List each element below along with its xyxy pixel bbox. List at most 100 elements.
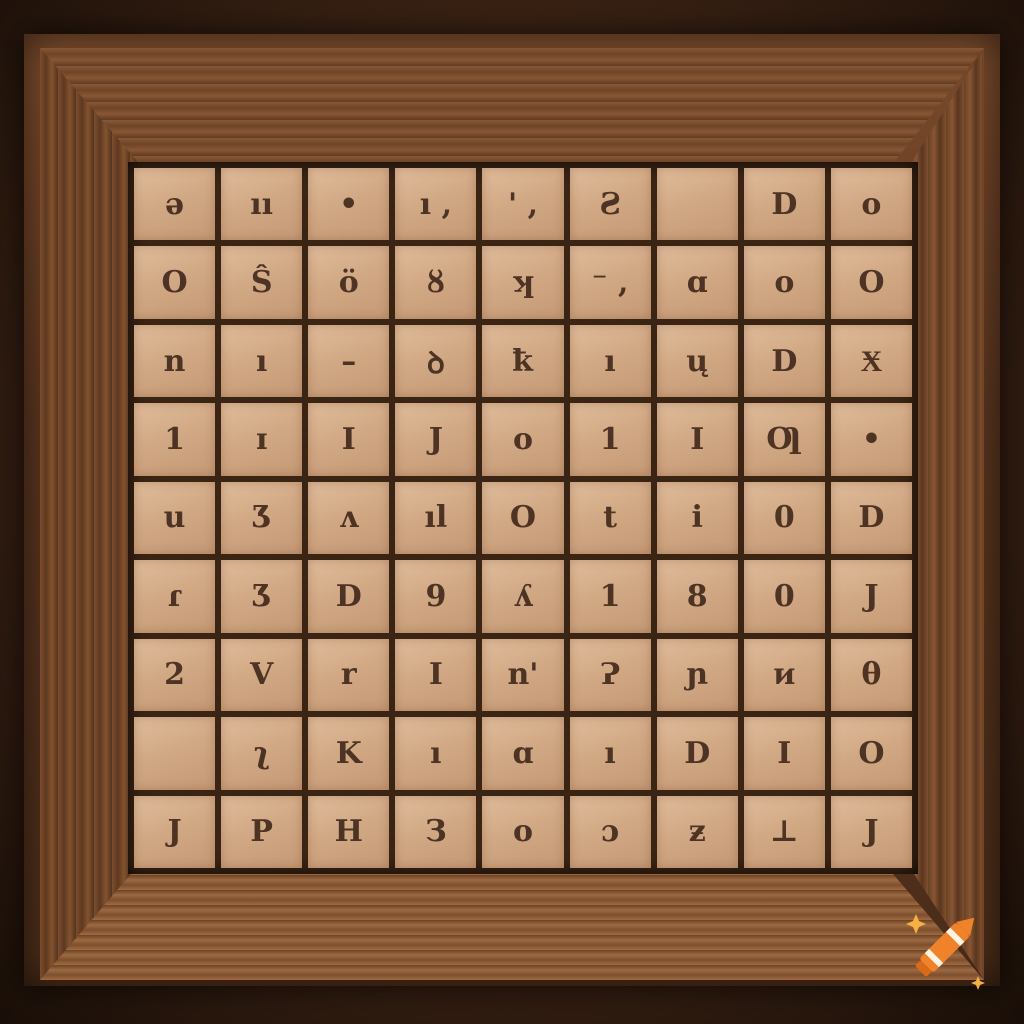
glyph-tile: ı (569, 717, 651, 790)
tile-glyph: ɾ (167, 578, 182, 614)
glyph-tile: ⅰ (656, 481, 738, 555)
glyph-tile: O (134, 246, 216, 319)
tile-glyph: ı , (419, 186, 453, 222)
tile-glyph: 1 (599, 578, 621, 614)
frame-bevel-top (40, 48, 984, 168)
frame-bevel-right (910, 48, 984, 980)
glyph-tile: ɪ (221, 403, 303, 476)
glyph-tile: ƶ (656, 795, 738, 868)
tile-glyph: J (428, 422, 443, 458)
frame-bevel-bottom (40, 870, 984, 980)
tile-glyph: O (858, 735, 885, 771)
glyph-tile: Ʒ (221, 560, 303, 633)
glyph-tile: n' (482, 638, 564, 712)
glyph-tile: Ɂ (569, 638, 651, 712)
tile-glyph: n (163, 343, 186, 379)
tile-glyph: ʞ (511, 265, 535, 301)
glyph-tile: D (656, 717, 738, 790)
tile-glyph: ı (604, 343, 616, 379)
glyph-tile: ᴎ (743, 638, 825, 712)
tile-glyph: 2 (164, 657, 185, 693)
tile-glyph: o (512, 422, 533, 458)
wooden-glyph-board-scene: ə ıı • ı , ' , Ƨ Do O Ŝö ȣ ʞ ⁻ , ɑ o On ı – ꝺ ꝁ ı ų D Ӿ 1 ɪ I Jo 1 I… (0, 0, 1024, 1024)
glyph-tile: ⁻ , (569, 246, 651, 319)
glyph-tile: 1 (134, 403, 216, 476)
frame-bevel-left (40, 48, 140, 980)
glyph-tile (134, 717, 216, 790)
glyph-tile: D (743, 324, 825, 398)
tile-glyph: r (340, 657, 357, 693)
tile-glyph: o (774, 265, 795, 301)
glyph-tile: ıı (221, 168, 303, 241)
tile-glyph: Ʒ (251, 500, 272, 536)
glyph-tile: З (395, 795, 477, 868)
glyph-tile: ų (656, 324, 738, 398)
tile-glyph: θ (861, 657, 882, 693)
tile-glyph: Ɂ (600, 657, 620, 693)
tile-glyph: D (335, 578, 362, 614)
tile-glyph: K (335, 735, 362, 771)
tile-glyph: V (250, 657, 274, 693)
tile-glyph: ƶ (688, 814, 706, 850)
glyph-tile: Ƨ (569, 168, 651, 241)
tile-glyph: 1 (599, 422, 621, 458)
glyph-tile: D (308, 560, 390, 633)
glyph-tile: O (482, 481, 564, 555)
tile-glyph: Ӿ (860, 343, 883, 379)
glyph-tile: n (134, 324, 216, 398)
tile-glyph: ɪ (255, 422, 268, 458)
glyph-tile: J (830, 795, 912, 868)
tile-glyph: ə (165, 186, 185, 222)
glyph-tile: t (569, 481, 651, 555)
glyph-tile: 9 (395, 560, 477, 633)
glyph-tile: 0 (743, 481, 825, 555)
tile-glyph: • (339, 186, 359, 222)
glyph-tile: u (134, 481, 216, 555)
tile-glyph: I (428, 657, 443, 693)
glyph-tile: ı (395, 717, 477, 790)
tile-glyph: I (690, 422, 705, 458)
tile-glyph: ꝁ (512, 343, 534, 379)
glyph-tile: ö (308, 246, 390, 319)
tile-glyph: – (341, 343, 357, 379)
tile-glyph: ı (430, 735, 442, 771)
glyph-tile: – (308, 324, 390, 398)
tile-glyph: 0 (773, 500, 795, 536)
glyph-tile: H (308, 795, 390, 868)
glyph-tile: O (830, 246, 912, 319)
glyph-tile: ȣ (395, 246, 477, 319)
glyph-tile: θ (830, 638, 912, 712)
glyph-tile: ' , (482, 168, 564, 241)
glyph-tile: 0 (743, 560, 825, 633)
tile-glyph: ıl (424, 500, 448, 536)
glyph-tile: • (308, 168, 390, 241)
tile-glyph: 9 (425, 578, 447, 614)
glyph-tile: J (830, 560, 912, 633)
tile-glyph: ıı (250, 186, 274, 222)
glyph-tile: ɲ (656, 638, 738, 712)
glyph-tile: ı (569, 324, 651, 398)
glyph-tile: ʎ (482, 560, 564, 633)
tile-glyph: ɑ (512, 735, 534, 771)
tile-glyph: ꝺ (426, 345, 445, 381)
glyph-tile: • (830, 403, 912, 476)
tile-grid: ə ıı • ı , ' , Ƨ Do O Ŝö ȣ ʞ ⁻ , ɑ o On ı – ꝺ ꝁ ı ų D Ӿ 1 ɪ I Jo 1 I… (128, 162, 918, 874)
glyph-tile: 8 (656, 560, 738, 633)
tile-glyph: O (161, 265, 188, 301)
tile-glyph: H (334, 814, 363, 850)
tile-glyph: o (512, 814, 533, 850)
glyph-tile: ı (221, 324, 303, 398)
glyph-tile: 2 (134, 638, 216, 712)
tile-glyph: 1 (164, 422, 185, 458)
tile-glyph: 8 (686, 578, 708, 614)
tile-glyph: J (864, 578, 879, 614)
tile-glyph: Ƣ (766, 422, 803, 458)
glyph-tile: D (743, 168, 825, 241)
glyph-tile: r (308, 638, 390, 712)
tile-glyph: o (861, 186, 882, 222)
glyph-tile: ꝺ (395, 324, 477, 398)
glyph-tile: I (395, 638, 477, 712)
glyph-tile: ⊥ (743, 795, 825, 868)
glyph-tile (656, 168, 738, 241)
glyph-tile: Ӿ (830, 324, 912, 398)
